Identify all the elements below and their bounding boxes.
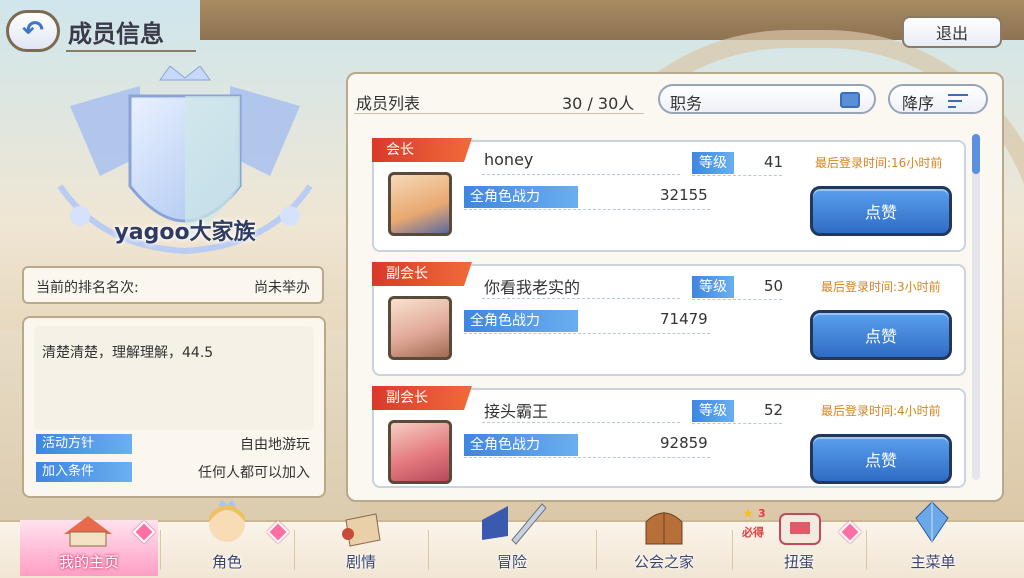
policy-tag: 活动方针 xyxy=(36,434,132,454)
nav-adventure-label: 冒险 xyxy=(496,553,527,571)
power-tag: 全角色战力 xyxy=(464,186,578,208)
member-name: 你看我老实的 xyxy=(484,278,581,297)
back-arrow-icon: ↶ xyxy=(22,16,44,46)
sort-button[interactable]: 降序 xyxy=(888,84,988,114)
nav-guild-house[interactable]: 公会之家 xyxy=(598,512,730,576)
level-tag: 等级 xyxy=(692,152,734,174)
nav-main-menu[interactable]: 主菜单 xyxy=(868,501,998,576)
member-name: honey xyxy=(484,150,534,169)
member-role-tag: 副会长 xyxy=(372,262,472,286)
sword-flag-icon xyxy=(482,503,547,545)
sort-descending-icon xyxy=(948,94,968,112)
gacha-badge-count: 3 xyxy=(758,507,766,520)
join-condition-value: 任何人都可以加入 xyxy=(198,465,310,481)
rank-box: 当前的排名名次: 尚未举办 xyxy=(22,266,324,304)
nav-divider xyxy=(866,530,867,570)
member-last-login: 最后登录时间:4小时前 xyxy=(821,404,941,418)
clan-name: yagoo大家族 xyxy=(114,220,256,245)
member-list-label: 成员列表 xyxy=(356,94,421,113)
gacha-badge: ★ 3 必得 xyxy=(738,506,772,544)
nav-home-label: 我的主页 xyxy=(58,553,119,571)
clan-description: 清楚清楚，理解理解，44.5 xyxy=(42,345,214,361)
scroll-icon xyxy=(342,513,381,547)
member-avatar[interactable] xyxy=(388,172,452,236)
nav-characters-label: 角色 xyxy=(211,553,242,571)
gacha-badge-text: 必得 xyxy=(742,526,764,539)
crystal-icon xyxy=(915,501,949,543)
nav-divider xyxy=(428,530,429,570)
nav-story-label: 剧情 xyxy=(345,553,376,571)
name-underline xyxy=(482,174,680,176)
member-last-login: 最后登录时间:16小时前 xyxy=(815,156,943,170)
rank-label: 当前的排名名次: xyxy=(36,280,139,296)
clan-info-box: 清楚清楚，理解理解，44.5 活动方针 自由地游玩 加入条件 任何人都可以加入 xyxy=(22,316,326,498)
name-underline xyxy=(482,422,680,424)
member-list-underline xyxy=(354,113,644,114)
member-level: 52 xyxy=(764,401,784,419)
like-button[interactable]: 点赞 xyxy=(810,186,952,236)
member-name: 接头霸王 xyxy=(484,402,549,421)
filter-window-icon xyxy=(840,92,860,108)
join-condition-tag: 加入条件 xyxy=(36,462,132,482)
home-icon xyxy=(64,516,112,547)
member-avatar[interactable] xyxy=(388,420,452,484)
nav-divider xyxy=(294,530,295,570)
background-beam xyxy=(200,0,1024,40)
name-underline xyxy=(482,298,680,300)
clan-emblem: yagoo大家族 xyxy=(40,65,330,266)
back-button[interactable]: ↶ xyxy=(6,10,60,52)
nav-divider xyxy=(732,530,733,570)
nav-guild-house-label: 公会之家 xyxy=(633,553,694,571)
member-level: 50 xyxy=(764,277,784,295)
member-list-scroll-thumb[interactable] xyxy=(972,134,980,174)
sort-label: 降序 xyxy=(902,94,935,113)
level-tag: 等级 xyxy=(692,400,734,422)
member-count: 30 / 30人 xyxy=(562,94,635,113)
star-icon: ★ xyxy=(742,506,755,522)
member-power: 71479 xyxy=(660,310,708,328)
member-avatar[interactable] xyxy=(388,296,452,360)
level-underline xyxy=(692,423,782,425)
power-underline xyxy=(464,209,710,211)
role-filter-label: 职务 xyxy=(670,94,703,113)
nav-story[interactable]: 剧情 xyxy=(296,513,426,576)
member-power: 92859 xyxy=(660,434,708,452)
power-underline xyxy=(464,457,710,459)
level-underline xyxy=(692,299,782,301)
member-power: 32155 xyxy=(660,186,708,204)
like-button[interactable]: 点赞 xyxy=(810,434,952,484)
rank-value: 尚未举办 xyxy=(254,280,310,296)
policy-value: 自由地游玩 xyxy=(240,437,310,453)
nav-divider xyxy=(596,530,597,570)
title-underline xyxy=(66,50,196,52)
nav-adventure[interactable]: 冒险 xyxy=(430,503,594,576)
guild-door-icon xyxy=(645,512,683,545)
like-button[interactable]: 点赞 xyxy=(810,310,952,360)
level-tag: 等级 xyxy=(692,276,734,298)
level-underline xyxy=(692,175,782,177)
nav-main-menu-label: 主菜单 xyxy=(910,553,956,571)
member-role-tag: 副会长 xyxy=(372,386,472,410)
power-tag: 全角色战力 xyxy=(464,434,578,456)
nav-divider xyxy=(160,530,161,570)
nav-gacha-label: 扭蛋 xyxy=(783,553,814,571)
member-list-scrollbar[interactable] xyxy=(972,134,980,480)
member-last-login: 最后登录时间:3小时前 xyxy=(821,280,941,294)
member-level: 41 xyxy=(764,153,784,171)
gacha-machine-icon xyxy=(779,513,821,545)
character-icon xyxy=(209,500,245,542)
power-underline xyxy=(464,333,710,335)
exit-button[interactable]: 退出 xyxy=(902,16,1002,48)
member-role-tag: 会长 xyxy=(372,138,472,162)
page-title: 成员信息 xyxy=(68,20,164,48)
role-filter-dropdown[interactable]: 职务 xyxy=(658,84,876,114)
power-tag: 全角色战力 xyxy=(464,310,578,332)
